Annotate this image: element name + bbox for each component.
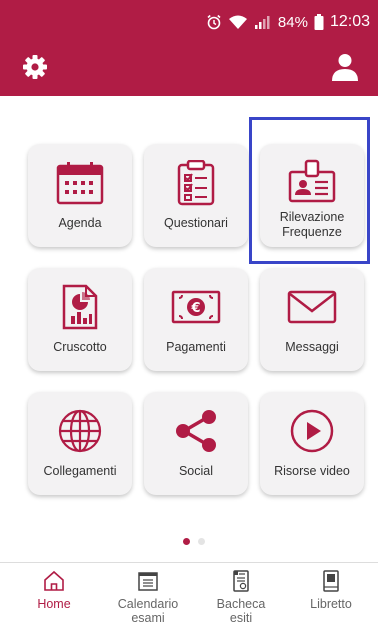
status-bar: 84% 12:03 — [206, 4, 370, 40]
nav-libretto[interactable]: Libretto — [286, 563, 376, 628]
tile-questionari[interactable]: Questionari — [144, 144, 248, 247]
booklet-icon — [319, 569, 343, 593]
tile-pagamenti[interactable]: € Pagamenti — [144, 268, 248, 371]
clock-time: 12:03 — [329, 13, 370, 30]
tile-risorse-video[interactable]: Risorse video — [260, 392, 364, 495]
nav-label-line: esiti — [229, 611, 253, 625]
tile-label: Pagamenti — [166, 340, 226, 354]
calendar-list-icon — [136, 569, 160, 593]
envelope-icon — [287, 284, 337, 330]
top-app-bar: 84% 12:03 — [0, 0, 378, 96]
tile-label: Questionari — [164, 216, 228, 230]
pager-dot[interactable] — [198, 538, 205, 545]
bottom-navigation: Home Calendario esami Bacheca esiti Libr… — [0, 562, 378, 628]
clipboard-checklist-icon — [171, 160, 221, 206]
calendar-icon — [55, 160, 105, 206]
globe-icon — [55, 408, 105, 454]
play-circle-icon — [287, 408, 337, 454]
user-icon[interactable] — [330, 52, 360, 82]
signal-icon — [254, 14, 272, 30]
nav-label-line: Calendario — [117, 597, 179, 611]
nav-label: Bacheca esiti — [217, 597, 266, 625]
tile-label: Agenda — [58, 216, 102, 230]
tile-label: Collegamenti — [43, 464, 117, 478]
pager-dot-active[interactable] — [183, 538, 190, 545]
home-icon — [42, 569, 66, 593]
nav-label: Libretto — [310, 597, 352, 611]
nav-label: Home — [37, 597, 71, 611]
euro-banknote-icon: € — [171, 284, 221, 330]
gear-icon[interactable] — [22, 54, 48, 80]
alarm-icon — [206, 14, 222, 30]
tile-label: Risorse video — [274, 464, 350, 478]
battery-percentage: 84% — [277, 13, 308, 31]
nav-calendario-esami[interactable]: Calendario esami — [103, 563, 193, 628]
nav-label: Calendario esami — [118, 597, 178, 625]
results-board-icon — [229, 569, 253, 593]
svg-text:€: € — [190, 301, 200, 316]
battery-icon — [314, 14, 324, 30]
tile-label: Messaggi — [285, 340, 339, 354]
tile-agenda[interactable]: Agenda — [28, 144, 132, 247]
tile-label: Social — [178, 464, 214, 478]
nav-label-line: esami — [131, 611, 165, 625]
nav-bacheca-esiti[interactable]: Bacheca esiti — [196, 563, 286, 628]
tile-messaggi[interactable]: Messaggi — [260, 268, 364, 371]
tile-social[interactable]: Social — [144, 392, 248, 495]
home-screen: 84% 12:03 Agenda Questionari Rilevazione… — [0, 0, 378, 628]
nav-label-line: Bacheca — [216, 597, 266, 611]
tile-collegamenti[interactable]: Collegamenti — [28, 392, 132, 495]
nav-home[interactable]: Home — [9, 563, 99, 628]
report-chart-icon — [55, 284, 105, 330]
tile-cruscotto[interactable]: Cruscotto — [28, 268, 132, 371]
tile-label: Cruscotto — [53, 340, 107, 354]
share-icon — [171, 408, 221, 454]
wifi-icon — [228, 14, 248, 30]
highlight-frame — [249, 117, 370, 264]
